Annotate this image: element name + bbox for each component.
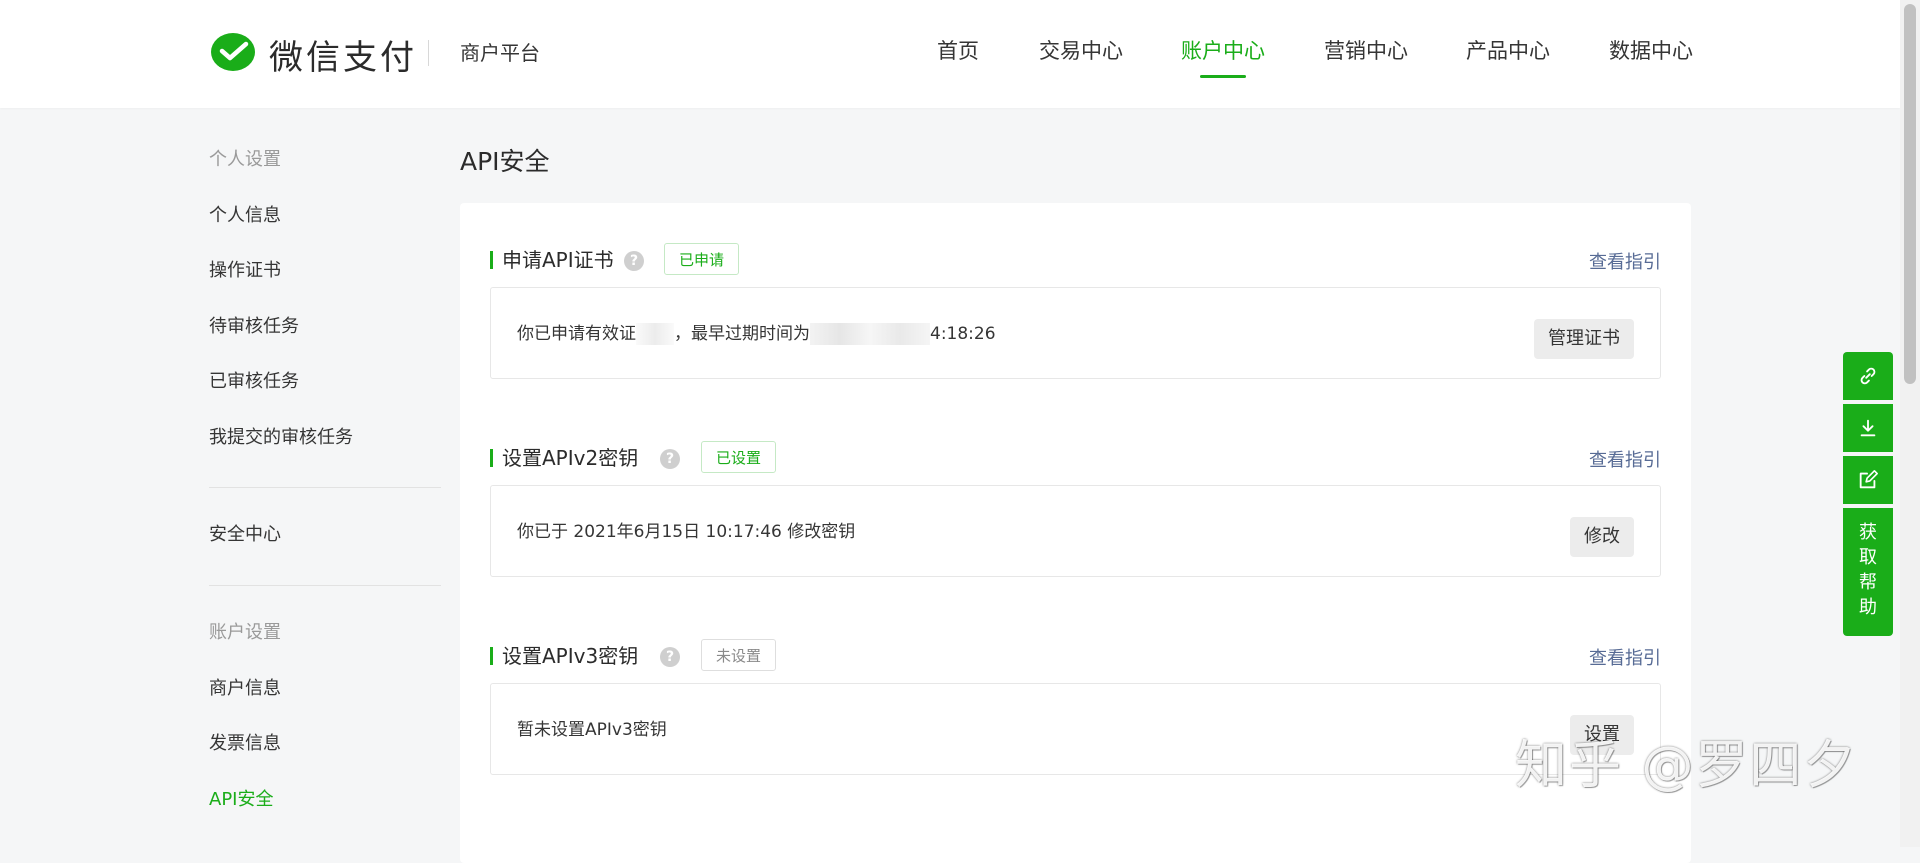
section-body: 你已于 2021年6月15日 10:17:46 修改密钥 修改	[490, 485, 1661, 577]
wechat-pay-logo[interactable]: 微信支付	[209, 30, 417, 78]
section-accent-bar	[490, 251, 493, 269]
get-help-button[interactable]: 获取帮助	[1843, 508, 1893, 636]
section-title: 设置APIv2密钥	[502, 446, 639, 470]
sidebar-item-personal-info[interactable]: 个人信息	[209, 204, 281, 228]
feedback-button[interactable]	[1843, 456, 1893, 504]
nav-item-product-center[interactable]: 产品中心	[1466, 36, 1550, 66]
nav-item-marketing-center[interactable]: 营销中心	[1324, 36, 1408, 66]
share-link-button[interactable]	[1843, 352, 1893, 400]
nav-item-trade-center[interactable]: 交易中心	[1039, 36, 1123, 66]
download-icon	[1860, 419, 1876, 437]
modify-key-button[interactable]: 修改	[1570, 517, 1634, 557]
manage-cert-button[interactable]: 管理证书	[1534, 319, 1634, 359]
sidebar-group-account: 账户设置	[209, 622, 281, 643]
sidebar-divider	[209, 585, 441, 586]
nav-item-home[interactable]: 首页	[937, 36, 979, 66]
redacted-region	[810, 323, 930, 345]
sidebar-item-api-security[interactable]: API安全	[209, 788, 273, 812]
redacted-region	[636, 323, 674, 345]
section-header: 设置APIv2密钥 ? 已设置 查看指引	[490, 441, 1661, 473]
get-help-label: 获取帮助	[1859, 522, 1877, 618]
status-badge: 已设置	[701, 441, 777, 473]
section-accent-bar	[490, 449, 493, 467]
wechat-pay-icon	[211, 33, 255, 71]
apiv2-status-text: 你已于 2021年6月15日 10:17:46 修改密钥	[517, 522, 856, 542]
sidebar-item-pending-review[interactable]: 待审核任务	[209, 315, 299, 339]
view-guide-link[interactable]: 查看指引	[1589, 449, 1661, 473]
section-accent-bar	[490, 647, 493, 665]
cert-status-text: 你已申请有效证 ，最早过期时间为 4:18:26	[517, 323, 996, 345]
section-title: 申请API证书	[502, 248, 614, 272]
status-badge: 已申请	[664, 243, 740, 275]
section-body: 你已申请有效证 ，最早过期时间为 4:18:26 管理证书	[490, 287, 1661, 379]
view-guide-link[interactable]: 查看指引	[1589, 647, 1661, 671]
sidebar-item-reviewed[interactable]: 已审核任务	[209, 370, 299, 394]
sidebar-item-merchant-info[interactable]: 商户信息	[209, 677, 281, 701]
view-guide-link[interactable]: 查看指引	[1589, 251, 1661, 275]
zhihu-watermark: 知乎 @罗四夕	[1515, 736, 1858, 796]
section-body: 暂未设置APIv3密钥 设置	[490, 683, 1661, 775]
link-icon	[1860, 367, 1876, 385]
section-header: 申请API证书 ? 已申请 查看指引	[490, 243, 1661, 275]
scrollbar-thumb[interactable]	[1904, 4, 1916, 384]
nav-item-data-center[interactable]: 数据中心	[1609, 36, 1693, 66]
apiv3-status-text: 暂未设置APIv3密钥	[517, 720, 667, 740]
sidebar-item-invoice-info[interactable]: 发票信息	[209, 732, 281, 756]
logo-divider	[428, 40, 429, 66]
download-button[interactable]	[1843, 404, 1893, 452]
sidebar-item-operation-cert[interactable]: 操作证书	[209, 259, 281, 283]
section-header: 设置APIv3密钥 ? 未设置 查看指引	[490, 639, 1661, 671]
sidebar-item-my-submitted[interactable]: 我提交的审核任务	[209, 426, 353, 450]
page-scrollbar[interactable]	[1900, 0, 1920, 847]
edit-icon	[1859, 470, 1878, 489]
help-icon[interactable]: ?	[660, 449, 680, 469]
api-security-card: 申请API证书 ? 已申请 查看指引 你已申请有效证 ，最早过期时间为 4:18:2…	[460, 203, 1691, 863]
sidebar-group-personal: 个人设置	[209, 149, 281, 170]
top-header: 微信支付 商户平台 首页 交易中心 账户中心 营销中心 产品中心 数据中心	[0, 0, 1900, 108]
help-icon[interactable]: ?	[624, 251, 644, 271]
brand-name: 微信支付	[269, 37, 417, 78]
platform-label: 商户平台	[460, 41, 540, 65]
sidebar-divider	[209, 487, 441, 488]
help-icon[interactable]: ?	[660, 647, 680, 667]
page-title: API安全	[460, 147, 550, 176]
nav-item-account-center[interactable]: 账户中心	[1181, 36, 1265, 66]
section-title: 设置APIv3密钥	[502, 644, 639, 668]
status-badge: 未设置	[701, 639, 777, 671]
sidebar-item-security-center[interactable]: 安全中心	[209, 523, 281, 547]
nav-active-indicator	[1200, 75, 1246, 78]
